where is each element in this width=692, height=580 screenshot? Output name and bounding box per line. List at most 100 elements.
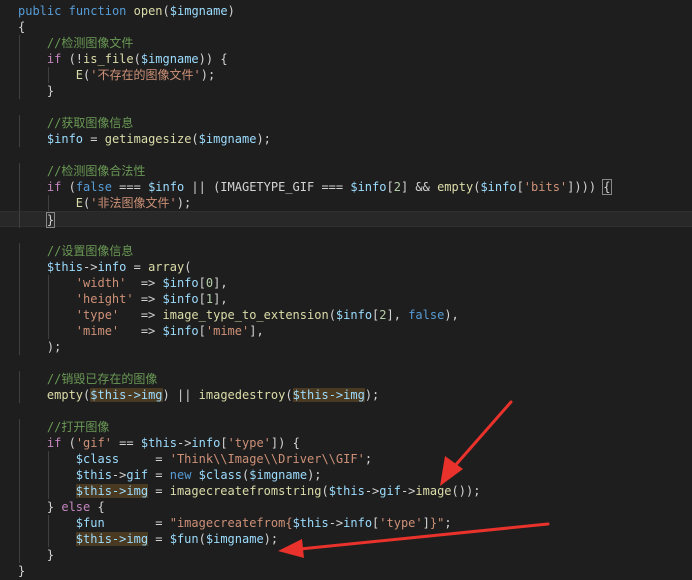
code-text: ); — [18, 339, 61, 355]
code-line[interactable]: $info = getimagesize($imgname); — [0, 131, 692, 147]
code-line[interactable]: if ('gif' == $this->info['type']) { — [0, 435, 692, 451]
code-line[interactable] — [0, 99, 692, 115]
code-token: = — [148, 468, 170, 482]
code-token: } — [45, 212, 56, 228]
code-text: E('不存在的图像文件'); — [18, 67, 215, 83]
code-line[interactable]: //获取图像信息 — [0, 115, 692, 131]
code-token: $imgname — [169, 4, 228, 18]
code-token: ( — [285, 388, 293, 402]
code-line[interactable]: E('不存在的图像文件'); — [0, 67, 692, 83]
code-token: ); — [200, 68, 216, 82]
code-token: $imgname — [205, 532, 264, 546]
code-token: $this — [75, 468, 112, 482]
code-text: 'width' => $info[0], — [18, 275, 228, 291]
code-token: E — [75, 196, 84, 210]
code-line[interactable]: $this->gif = new $class($imgname); — [0, 467, 692, 483]
code-line[interactable] — [0, 355, 692, 371]
code-line[interactable]: if (false === $info || (IMAGETYPE_GIF ==… — [0, 179, 692, 195]
code-token: { — [602, 179, 612, 195]
code-token: '不存在的图像文件' — [90, 68, 201, 82]
code-token: info — [343, 516, 373, 530]
code-token: $info — [480, 180, 517, 194]
code-token: [ — [386, 180, 394, 194]
code-line[interactable]: //检测图像文件 — [0, 35, 692, 51]
code-token: [ — [198, 276, 206, 290]
code-token: ], — [213, 292, 228, 306]
code-line[interactable]: E('非法图像文件'); — [0, 195, 692, 211]
code-token: gif — [126, 468, 149, 482]
code-line[interactable]: //销毁已存在的图像 — [0, 371, 692, 387]
code-line[interactable]: if (!is_file($imgname)) { — [0, 51, 692, 67]
code-line[interactable]: //设置图像信息 — [0, 243, 692, 259]
code-line[interactable]: } — [0, 547, 692, 563]
code-token: = — [83, 132, 105, 146]
code-line[interactable] — [0, 227, 692, 243]
code-token: //销毁已存在的图像 — [46, 372, 158, 386]
code-token: $class — [75, 452, 120, 466]
code-token: 'type' — [75, 308, 120, 322]
code-line[interactable]: public function open($imgname) — [0, 3, 692, 19]
code-token: ( — [321, 484, 329, 498]
code-line[interactable]: } — [0, 563, 692, 579]
code-line[interactable]: 'mime' => $info['mime'], — [0, 323, 692, 339]
code-line[interactable]: empty($this->img) || imagedestroy($this-… — [0, 387, 692, 403]
code-token: //检测图像合法性 — [46, 164, 146, 178]
code-token: => — [119, 324, 163, 338]
code-text: } — [18, 563, 25, 579]
code-line[interactable]: $this->img = $fun($imgname); — [0, 531, 692, 547]
code-text: $this->img = imagecreatefromstring($this… — [18, 483, 480, 499]
code-token: ], — [249, 324, 264, 338]
code-token: [ — [198, 324, 206, 338]
code-text: $fun = "imagecreatefrom{$this->info['typ… — [18, 515, 452, 531]
code-token: ); — [256, 132, 271, 146]
code-token: -> — [111, 468, 127, 482]
code-token: $info — [162, 324, 199, 338]
code-token: [ — [516, 180, 524, 194]
code-line[interactable]: { — [0, 19, 692, 35]
code-token: $this — [292, 516, 329, 530]
code-line[interactable]: 'height' => $info[1], — [0, 291, 692, 307]
code-token: $info — [162, 292, 199, 306]
code-line[interactable]: } — [0, 211, 692, 228]
code-line[interactable]: //打开图像 — [0, 419, 692, 435]
code-editor[interactable]: public function open($imgname){ //检测图像文件… — [0, 0, 692, 580]
code-token: 'mime' — [75, 324, 120, 338]
code-token: $this->img — [75, 484, 149, 498]
code-line[interactable]: $class = 'Think\\Image\\Driver\\GIF'; — [0, 451, 692, 467]
code-line[interactable] — [0, 147, 692, 163]
code-line[interactable]: } — [0, 83, 692, 99]
code-line[interactable]: 'width' => $info[0], — [0, 275, 692, 291]
code-token: if — [46, 436, 62, 450]
code-token: ) — [227, 4, 235, 18]
code-line[interactable]: //检测图像合法性 — [0, 163, 692, 179]
code-token: gif — [379, 484, 401, 498]
code-token: $info — [350, 180, 387, 194]
code-token: } — [18, 500, 62, 514]
code-line[interactable] — [0, 403, 692, 419]
code-line[interactable]: 'type' => image_type_to_extension($info[… — [0, 307, 692, 323]
code-token: -> — [364, 484, 380, 498]
code-line[interactable]: $this->info = array( — [0, 259, 692, 275]
code-token: $this — [328, 484, 365, 498]
code-token: //获取图像信息 — [46, 116, 134, 130]
code-text: 'mime' => $info['mime'], — [18, 323, 264, 339]
code-text: } else { — [18, 499, 105, 515]
code-token: 'gif' — [75, 436, 112, 450]
code-token: === — [111, 180, 149, 194]
code-line[interactable]: $fun = "imagecreatefrom{$this->info['typ… — [0, 515, 692, 531]
code-line[interactable]: ); — [0, 339, 692, 355]
code-token: ], — [386, 308, 409, 322]
code-token: if — [46, 180, 62, 194]
code-token: 'mime' — [205, 324, 250, 338]
code-line[interactable]: } else { — [0, 499, 692, 515]
code-token: == — [111, 436, 141, 450]
code-token: image — [415, 484, 452, 498]
code-line[interactable]: $this->img = imagecreatefromstring($this… — [0, 483, 692, 499]
code-token: 2 — [393, 180, 401, 194]
